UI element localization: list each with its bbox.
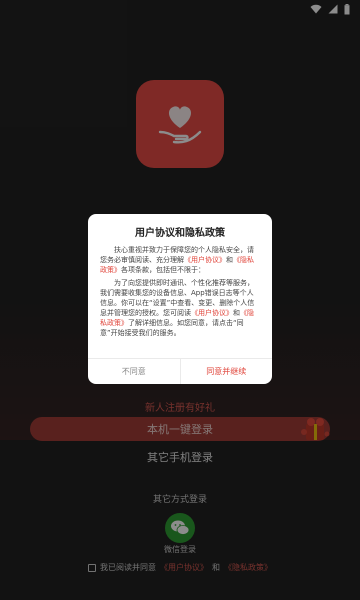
dialog-actions: 不同意 同意并继续 xyxy=(88,358,272,384)
dialog-user-agreement-link[interactable]: 《用户协议》 xyxy=(191,309,233,317)
dialog-user-agreement-link[interactable]: 《用户协议》 xyxy=(184,256,226,264)
agree-continue-button[interactable]: 同意并继续 xyxy=(181,359,273,384)
disagree-button[interactable]: 不同意 xyxy=(88,359,181,384)
dialog-text: 各项条款，包括但不限于： xyxy=(121,266,205,274)
dialog-body: 扶心重视并致力于保障您的个人隐私安全，请您务必审慎阅读、充分理解《用户协议》和《… xyxy=(88,245,272,358)
dialog-paragraph-2: 为了向您提供即时通讯、个性化推荐等服务，我们需要收集您的设备信息、App错误日志… xyxy=(100,278,260,338)
dialog-text: 和 xyxy=(226,256,233,264)
dialog-text: 和 xyxy=(233,309,240,317)
privacy-dialog: 用户协议和隐私政策 扶心重视并致力于保障您的个人隐私安全，请您务必审慎阅读、充分… xyxy=(88,214,272,384)
dialog-paragraph-1: 扶心重视并致力于保障您的个人隐私安全，请您务必审慎阅读、充分理解《用户协议》和《… xyxy=(100,245,260,275)
dialog-title: 用户协议和隐私政策 xyxy=(135,228,225,239)
